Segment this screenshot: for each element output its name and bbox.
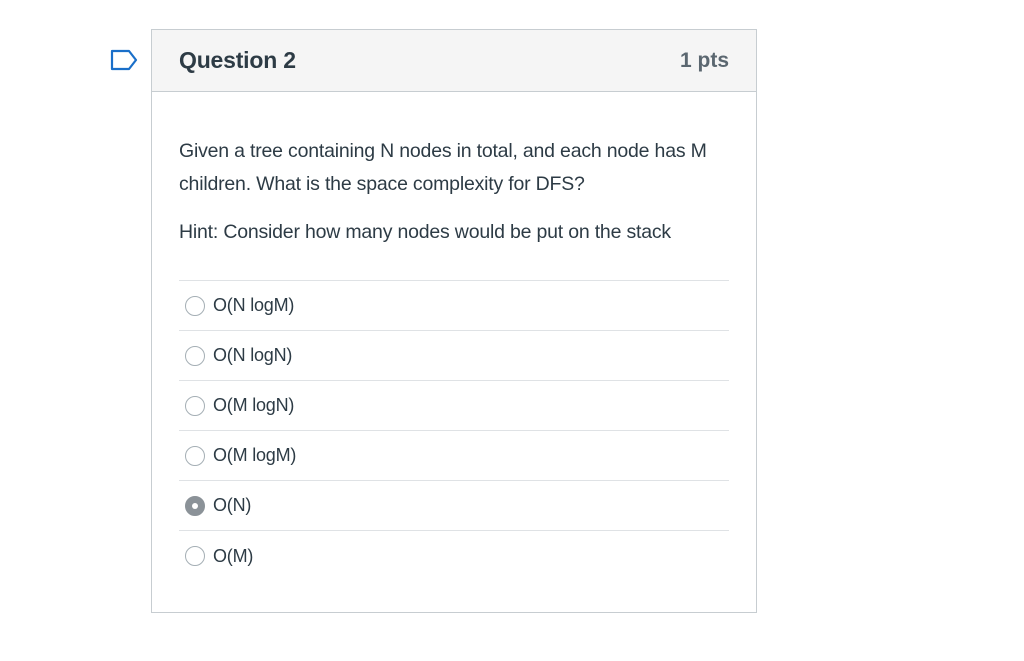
answer-option[interactable]: O(M) [179, 531, 729, 581]
answer-label: O(N logN) [213, 345, 293, 365]
question-hint: Hint: Consider how many nodes would be p… [179, 221, 671, 243]
radio-button[interactable] [185, 445, 205, 466]
radio-button[interactable] [185, 395, 205, 416]
answer-option[interactable]: O(N logM) [179, 281, 729, 331]
flag-question-icon[interactable] [110, 49, 140, 71]
answer-label: O(N logM) [213, 295, 295, 315]
question-title: Question 2 [179, 47, 296, 73]
question-card: Question 2 1 pts Given a tree containing… [151, 29, 757, 613]
question-text: Given a tree containing N nodes in total… [179, 140, 707, 195]
answer-label: O(M logM) [213, 445, 297, 465]
answer-option[interactable]: O(M logM) [179, 431, 729, 481]
question-body: Given a tree containing N nodes in total… [152, 92, 756, 581]
question-header: Question 2 1 pts [152, 30, 756, 92]
answer-label: O(M) [213, 545, 254, 566]
question-points: 1 pts [679, 48, 729, 72]
radio-button[interactable] [185, 345, 205, 366]
answer-list: O(N logM) O(N logN) O(M logN) O(M logM) … [179, 280, 729, 581]
answer-option[interactable]: O(N logN) [179, 331, 729, 381]
answer-label: O(M logN) [213, 395, 295, 415]
answer-option[interactable]: O(M logN) [179, 381, 729, 431]
answer-option[interactable]: O(N) [179, 481, 729, 531]
radio-button-selected[interactable] [185, 495, 205, 516]
answer-label: O(N) [213, 495, 252, 515]
quiz-page: Question 2 1 pts Given a tree containing… [0, 0, 1024, 661]
radio-button[interactable] [185, 546, 205, 566]
radio-button[interactable] [185, 295, 205, 316]
